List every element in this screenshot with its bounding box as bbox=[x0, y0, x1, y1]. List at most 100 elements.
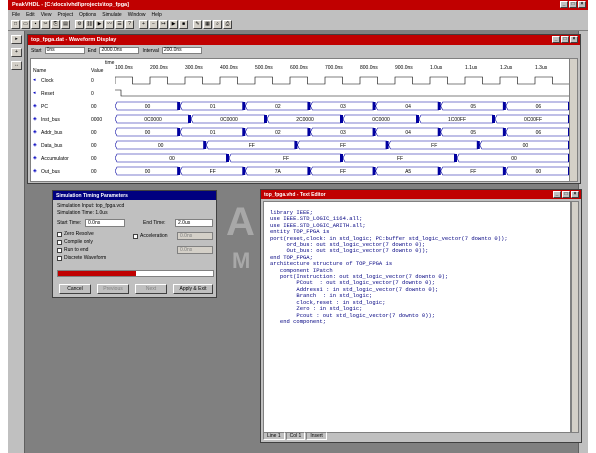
start-label: Start bbox=[31, 47, 42, 54]
signal-name: Clock bbox=[41, 78, 54, 84]
zoom-in-icon[interactable]: + bbox=[139, 20, 148, 29]
print-icon[interactable]: ⎙ bbox=[223, 20, 232, 29]
help-icon[interactable]: ? bbox=[125, 20, 134, 29]
bus-value-label: 00 bbox=[169, 156, 175, 162]
bus-value-label: 00 bbox=[145, 104, 151, 110]
bus-transition bbox=[502, 167, 506, 175]
cut-icon[interactable]: ✂ bbox=[41, 20, 50, 29]
editor-vertical-scrollbar[interactable] bbox=[571, 201, 579, 433]
code-editor[interactable]: library IEEE; use IEEE.STD_LOGIC_1164.all… bbox=[263, 201, 571, 433]
previous-button[interactable]: Previous bbox=[97, 284, 129, 294]
options-icon[interactable]: ☰ bbox=[115, 20, 124, 29]
editor-icon[interactable]: ✎ bbox=[193, 20, 202, 29]
bus-transition bbox=[177, 167, 181, 175]
find-icon[interactable]: ⌕ bbox=[213, 20, 222, 29]
run-icon[interactable]: ▶ bbox=[169, 20, 178, 29]
time-tick-label: 300.0ns bbox=[185, 65, 203, 71]
menu-options[interactable]: Options bbox=[79, 12, 96, 18]
bus-value-label: 0C00FF bbox=[524, 117, 542, 123]
menu-bar: File Edit View Project Options Simulate … bbox=[8, 10, 588, 19]
compile-only-checkbox[interactable]: Compile only bbox=[57, 239, 93, 245]
bus-value-label: 01 bbox=[210, 130, 216, 136]
run-to-end-checkbox[interactable]: Run to end bbox=[57, 247, 88, 253]
measure-tool-icon[interactable]: ↔ bbox=[11, 61, 22, 70]
interval-field[interactable]: 200.0ns bbox=[161, 47, 202, 54]
waveform-title: top_fpga.dat - Waveform Display bbox=[31, 37, 117, 43]
discrete-waveform-box[interactable] bbox=[57, 255, 62, 261]
menu-project[interactable]: Project bbox=[57, 12, 73, 18]
compile-icon[interactable]: ⚙ bbox=[75, 20, 84, 29]
select-tool-icon[interactable]: ▸ bbox=[11, 35, 22, 44]
editor-minimize-button[interactable]: _ bbox=[553, 191, 561, 198]
link-icon[interactable]: ⛓ bbox=[85, 20, 94, 29]
bit-signal-icon: ◂ bbox=[33, 77, 36, 83]
time-tick-label: 100.0ns bbox=[115, 65, 133, 71]
end-time-field[interactable]: 2.0us bbox=[175, 219, 213, 227]
waveform-icon[interactable]: 〰 bbox=[105, 20, 114, 29]
menu-view[interactable]: View bbox=[41, 12, 52, 18]
step-icon[interactable]: ↦ bbox=[159, 20, 168, 29]
run-value-field[interactable]: 0.0ns bbox=[177, 246, 213, 254]
next-button[interactable]: Next bbox=[135, 284, 167, 294]
bus-transition bbox=[177, 128, 181, 136]
menu-edit[interactable]: Edit bbox=[26, 12, 35, 18]
wave-close-button[interactable]: × bbox=[570, 36, 578, 43]
signal-value: 00 bbox=[91, 143, 97, 149]
open-icon[interactable]: ▭ bbox=[21, 20, 30, 29]
menu-file[interactable]: File bbox=[12, 12, 20, 18]
acceleration-checkbox[interactable]: Acceleration bbox=[133, 233, 168, 239]
acceleration-box[interactable] bbox=[133, 233, 138, 239]
apply-exit-button[interactable]: Apply & Exit bbox=[173, 284, 213, 294]
close-button[interactable]: × bbox=[578, 1, 586, 8]
menu-simulate[interactable]: Simulate bbox=[102, 12, 121, 18]
run-to-end-box[interactable] bbox=[57, 247, 62, 253]
zoom-out-icon[interactable]: − bbox=[149, 20, 158, 29]
module-icon[interactable]: ▦ bbox=[203, 20, 212, 29]
copy-icon[interactable]: ⎘ bbox=[51, 20, 60, 29]
zero-resolve-box[interactable] bbox=[57, 231, 62, 237]
menu-help[interactable]: Help bbox=[151, 12, 161, 18]
app-title-bar: PeakVHDL - [C:\docs\vhdl\projects\top_fp… bbox=[8, 0, 588, 10]
paste-icon[interactable]: ▤ bbox=[61, 20, 70, 29]
bus-transition bbox=[372, 167, 376, 175]
time-tick-label: 200.0ns bbox=[150, 65, 168, 71]
background-logo-letter: A bbox=[226, 200, 257, 244]
start-field[interactable]: 0ns bbox=[44, 47, 85, 54]
time-ruler: 100.0ns 200.0ns 300.0ns 400.0ns 500.0ns 600.0… bbox=[115, 65, 575, 74]
end-field[interactable]: 2000.0ns bbox=[99, 47, 140, 54]
time-tick-label: 1.2us bbox=[500, 65, 513, 71]
new-icon[interactable]: □ bbox=[11, 20, 20, 29]
wave-maximize-button[interactable]: □ bbox=[561, 36, 569, 43]
menu-window[interactable]: Window bbox=[128, 12, 146, 18]
start-time-field[interactable]: 0.0ns bbox=[85, 219, 125, 227]
editor-close-button[interactable]: × bbox=[571, 191, 579, 198]
wave-minimize-button[interactable]: _ bbox=[552, 36, 560, 43]
time-tick-label: 800.0ns bbox=[360, 65, 378, 71]
bus-value-label: 00 bbox=[145, 169, 151, 175]
bus-value-label: 05 bbox=[471, 130, 477, 136]
waveform-area[interactable]: time Name Value 100.0ns 200.0ns 300.0ns 400… bbox=[30, 58, 578, 182]
bus-value-label: FF bbox=[340, 169, 346, 175]
bus-transition bbox=[188, 115, 191, 123]
waveform-vertical-scrollbar[interactable] bbox=[569, 59, 577, 181]
zero-resolve-checkbox[interactable]: Zero Resolve bbox=[57, 231, 94, 237]
acceleration-field[interactable]: 0.0ns bbox=[177, 232, 213, 240]
minimize-button[interactable]: _ bbox=[560, 1, 568, 8]
simulate-icon[interactable]: ▶ bbox=[95, 20, 104, 29]
stop-icon[interactable]: ■ bbox=[179, 20, 188, 29]
bus-transition bbox=[437, 128, 441, 136]
maximize-button[interactable]: □ bbox=[569, 1, 577, 8]
cancel-button[interactable]: Cancel bbox=[59, 284, 91, 294]
editor-maximize-button[interactable]: □ bbox=[562, 191, 570, 198]
bus-value-label: FF bbox=[283, 156, 289, 162]
discrete-waveform-checkbox[interactable]: Discrete Waveform bbox=[57, 255, 106, 261]
left-tool-strip: ▸ + ↔ bbox=[8, 31, 25, 453]
sim-input-text: Simulation Input: top_fpga.vcd bbox=[57, 203, 125, 209]
signal-name: Accumulator bbox=[41, 156, 69, 162]
bus-value-label: FF bbox=[397, 156, 403, 162]
zoom-tool-icon[interactable]: + bbox=[11, 48, 22, 57]
bus-value-label: 00 bbox=[536, 169, 542, 175]
compile-only-box[interactable] bbox=[57, 239, 62, 245]
discrete-waveform-label: Discrete Waveform bbox=[64, 255, 107, 261]
save-icon[interactable]: ▪ bbox=[31, 20, 40, 29]
